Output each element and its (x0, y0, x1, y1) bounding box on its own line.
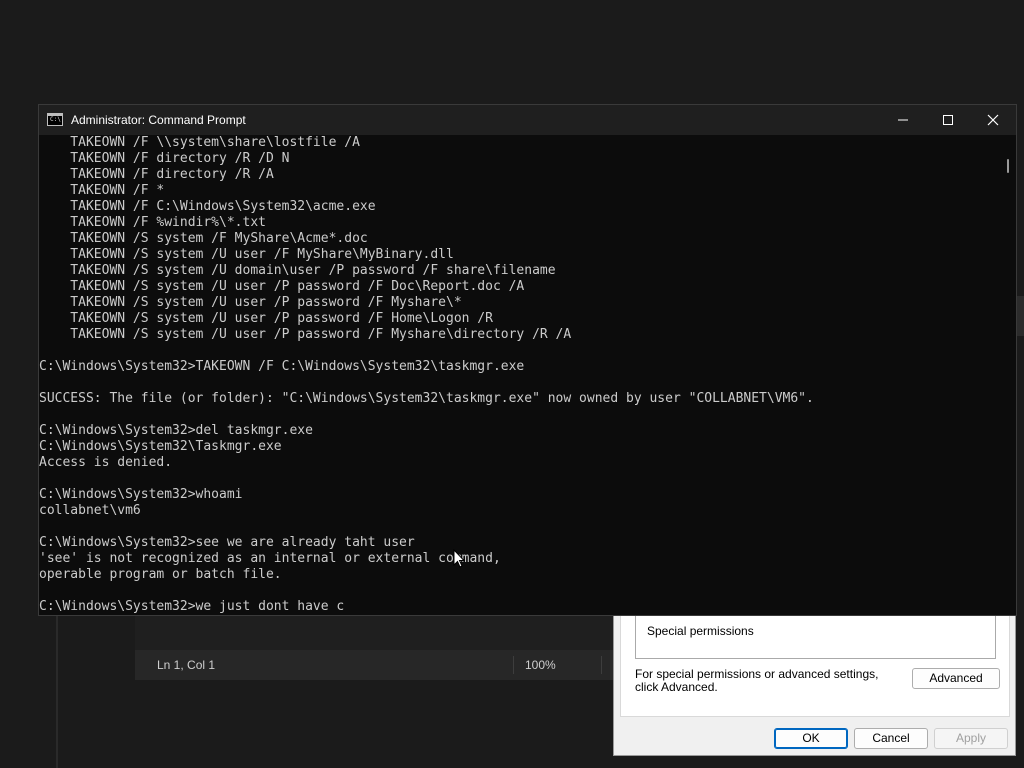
console-line: TAKEOWN /S system /F MyShare\Acme*.doc (39, 231, 368, 246)
console-line: C:\Windows\System32>whoami (39, 487, 243, 502)
cmd-icon-text: C:\ (50, 116, 61, 123)
console-line: TAKEOWN /S system /U user /P password /F… (39, 311, 493, 326)
close-button[interactable] (970, 105, 1016, 135)
console-line: SUCCESS: The file (or folder): "C:\Windo… (39, 391, 814, 406)
window-title: Administrator: Command Prompt (71, 113, 246, 127)
console-line: C:\Windows\System32>TAKEOWN /F C:\Window… (39, 359, 525, 374)
console-line: collabnet\vm6 (39, 503, 141, 518)
status-divider (601, 656, 602, 674)
minimize-icon (898, 119, 908, 121)
notepad-status-bar: Ln 1, Col 1 100% (135, 650, 615, 680)
maximize-icon (943, 115, 953, 125)
ok-button[interactable]: OK (774, 728, 848, 749)
console-line: Access is denied. (39, 455, 173, 470)
background-window-edge (56, 600, 58, 768)
apply-button[interactable]: Apply (934, 728, 1008, 749)
cursor-position: Ln 1, Col 1 (157, 658, 216, 672)
console-line: C:\Windows\System32>del taskmgr.exe (39, 423, 313, 438)
console-line: TAKEOWN /F directory /R /D N (39, 151, 290, 166)
minimize-button[interactable] (880, 105, 926, 135)
command-prompt-window[interactable]: C:\ Administrator: Command Prompt TAKEOW… (38, 104, 1017, 616)
zoom-level[interactable]: 100% (525, 658, 556, 672)
vertical-scrollbar[interactable] (1001, 135, 1016, 615)
advanced-settings-description: For special permissions or advanced sett… (635, 667, 879, 694)
advanced-button[interactable]: Advanced (912, 668, 1000, 689)
console-line: TAKEOWN /S system /U user /P password /F… (39, 295, 462, 310)
console-line: TAKEOWN /F C:\Windows\System32\acme.exe (39, 199, 376, 214)
scrollbar-thumb[interactable] (1007, 159, 1009, 173)
close-icon (987, 114, 999, 126)
permissions-dialog: Special permissions For special permissi… (613, 614, 1016, 756)
background-window-edge-right (1016, 296, 1024, 336)
console-line: TAKEOWN /F %windir%\*.txt (39, 215, 266, 230)
console-output[interactable]: TAKEOWN /F \\system\share\lostfile /A TA… (39, 135, 1001, 615)
console-line: TAKEOWN /S system /U user /P password /F… (39, 279, 525, 294)
console-line: TAKEOWN /F * (39, 183, 165, 198)
title-bar[interactable]: C:\ Administrator: Command Prompt (39, 105, 1016, 135)
console-line: C:\Windows\System32>we just dont have c (39, 599, 345, 614)
permissions-list[interactable]: Special permissions (635, 616, 996, 659)
cancel-button[interactable]: Cancel (854, 728, 928, 749)
console-line: TAKEOWN /F \\system\share\lostfile /A (39, 135, 360, 150)
console-line: C:\Windows\System32>see we are already t… (39, 535, 415, 550)
console-line: TAKEOWN /F directory /R /A (39, 167, 274, 182)
cmd-app-icon[interactable]: C:\ (47, 113, 63, 126)
console-line: C:\Windows\System32\Taskmgr.exe (39, 439, 282, 454)
console-line: TAKEOWN /S system /U domain\user /P pass… (39, 263, 556, 278)
console-line: TAKEOWN /S system /U user /F MyShare\MyB… (39, 247, 454, 262)
notepad-window: Ln 1, Col 1 100% (135, 614, 615, 680)
maximize-button[interactable] (925, 105, 971, 135)
permission-row-special[interactable]: Special permissions (647, 624, 754, 638)
console-line: TAKEOWN /S system /U user /P password /F… (39, 327, 572, 342)
console-line: operable program or batch file. (39, 567, 282, 582)
mouse-pointer-icon (453, 549, 465, 568)
status-divider (513, 656, 514, 674)
console-line: 'see' is not recognized as an internal o… (39, 551, 501, 566)
permissions-panel: Special permissions For special permissi… (620, 615, 1010, 717)
